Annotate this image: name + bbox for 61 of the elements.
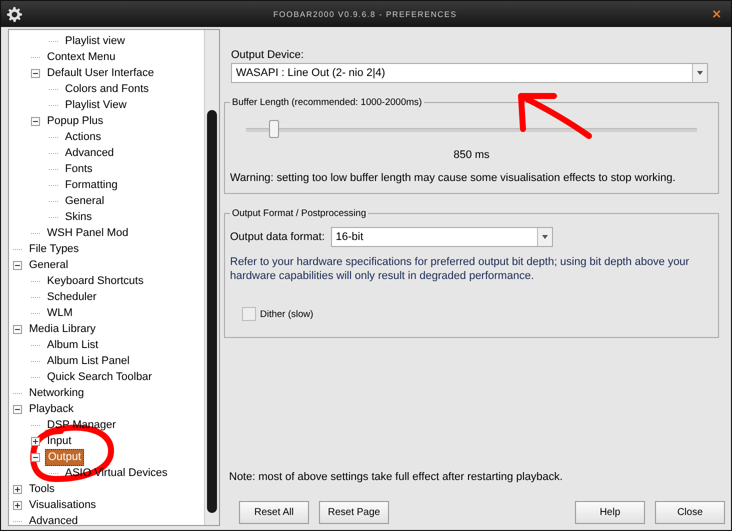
expander-icon[interactable] <box>13 500 22 510</box>
gear-icon <box>7 6 22 22</box>
dialog-button[interactable]: Help <box>575 501 645 524</box>
tree-item[interactable]: Keyboard Shortcuts <box>45 274 146 288</box>
tree-item[interactable]: General <box>63 194 106 208</box>
tree-item[interactable]: Playlist View <box>63 98 129 112</box>
tree-item[interactable]: Advanced <box>27 514 80 525</box>
tree-item[interactable]: Tools <box>27 482 57 496</box>
tree-item[interactable]: Input <box>45 434 74 448</box>
tree-item[interactable]: Fonts <box>63 162 95 176</box>
tree-item[interactable]: Colors and Fonts <box>63 82 151 96</box>
expander-icon[interactable] <box>31 68 40 78</box>
tree-item[interactable]: WLM <box>45 306 75 320</box>
tree-item[interactable]: Scheduler <box>45 290 99 304</box>
tree-item[interactable]: Formatting <box>63 178 120 192</box>
slider-reading: 850 ms <box>453 149 490 161</box>
dialog-button[interactable]: Reset Page <box>319 501 389 524</box>
expander-icon[interactable] <box>31 436 40 446</box>
expander-icon[interactable] <box>13 484 22 494</box>
dither-checkbox[interactable] <box>242 307 256 321</box>
tree-item[interactable]: Networking <box>27 386 86 400</box>
tree-item[interactable]: Skins <box>63 210 94 224</box>
tree-item[interactable]: Quick Search Toolbar <box>45 370 154 384</box>
tree-item[interactable]: Advanced <box>63 146 116 160</box>
group-title: Buffer Length (recommended: 1000-2000ms) <box>231 97 423 108</box>
tree-item[interactable]: Output <box>45 448 84 466</box>
info-text: Refer to your hardware specifications for preferred output bit depth; using bit depth above your hardware capabilities will only result in degraded performance. <box>230 255 690 283</box>
tree-item[interactable]: Popup Plus <box>45 114 106 128</box>
tree-item[interactable]: Media Library <box>27 322 98 336</box>
tree-item[interactable]: Playlist view <box>63 34 127 48</box>
tree-item[interactable]: File Types <box>27 242 81 256</box>
tree-item[interactable]: Actions <box>63 130 104 144</box>
output-device-dropdown[interactable]: WASAPI : Line Out (2- nio 2|4) <box>231 63 708 83</box>
tree-item[interactable]: Album List Panel <box>45 354 132 368</box>
expander-icon[interactable] <box>13 404 22 414</box>
group-title: Output Format / Postprocessing <box>231 208 368 219</box>
dialog-button[interactable]: Close <box>655 501 725 524</box>
note-text: Note: most of above settings take full effect after restarting playback. <box>229 471 564 483</box>
tree-item[interactable]: WSH Panel Mod <box>45 226 130 240</box>
checkbox-label: Dither (slow) <box>260 308 314 320</box>
expander-icon[interactable] <box>31 452 40 462</box>
tree-item[interactable]: Visualisations <box>27 498 98 512</box>
format-dropdown[interactable]: 16-bit <box>330 227 553 247</box>
tree-item[interactable]: Context Menu <box>45 50 118 64</box>
dropdown-caret-icon <box>697 71 703 75</box>
close-button[interactable]: × <box>708 6 725 22</box>
scrollbar[interactable] <box>204 30 219 525</box>
tree-item[interactable]: Playback <box>27 402 76 416</box>
expander-icon[interactable] <box>13 324 22 334</box>
tree-item[interactable]: Album List <box>45 338 100 352</box>
field-label: Output Device: <box>231 49 305 61</box>
dropdown-caret-icon <box>542 235 548 239</box>
field-label: Output data format: <box>230 231 325 243</box>
slider-thumb[interactable] <box>268 120 279 138</box>
tree-item[interactable]: General <box>27 258 70 272</box>
expander-icon[interactable] <box>31 116 40 126</box>
tree-item[interactable]: Default User Interface <box>45 66 156 80</box>
expander-icon[interactable] <box>13 260 22 270</box>
window-title: FOOBAR2000 V0.9.6.8 - PREFERENCES <box>272 10 458 18</box>
dialog-button[interactable]: Reset All <box>239 501 309 524</box>
warning-text: Warning: setting too low buffer length may cause some visualisation effects to stop working. <box>230 171 677 185</box>
